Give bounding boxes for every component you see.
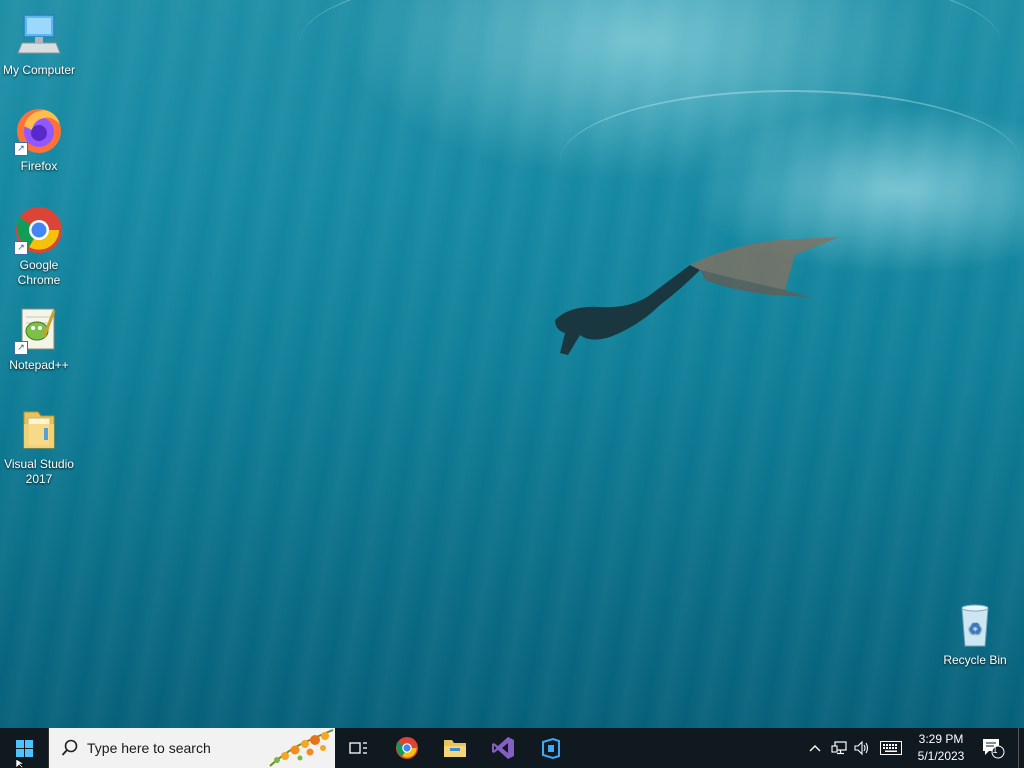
icon-label: Notepad++ bbox=[9, 358, 69, 372]
desktop-icon-recycle-bin[interactable]: ♻ Recycle Bin bbox=[935, 600, 1015, 668]
surface-wave bbox=[560, 90, 1020, 232]
desktop-icon-notepad-plus-plus[interactable]: ↗ Notepad++ bbox=[0, 305, 79, 373]
show-hidden-icons-button[interactable] bbox=[804, 728, 826, 768]
shortcut-arrow-icon: ↗ bbox=[14, 142, 28, 156]
file-explorer-icon bbox=[444, 740, 466, 757]
icon-glyph-wrapper: ↗ bbox=[14, 106, 64, 156]
azure-data-studio-icon bbox=[542, 737, 560, 760]
network-icon bbox=[831, 741, 847, 755]
task-view-icon bbox=[349, 742, 367, 754]
speaker-icon bbox=[854, 740, 869, 756]
desktop-icon-google-chrome[interactable]: ↗ Google Chrome bbox=[0, 205, 79, 288]
chrome-icon bbox=[395, 736, 419, 760]
mouse-cursor-icon bbox=[16, 759, 26, 768]
keyboard-icon bbox=[880, 741, 902, 755]
icon-label: Firefox bbox=[20, 159, 58, 173]
desktop-background[interactable]: My Computer ↗ Firefox ↗ Google Chrome ↗ … bbox=[0, 0, 1024, 728]
taskbar-azure-data-studio-button[interactable] bbox=[527, 728, 575, 768]
icon-label: Recycle Bin bbox=[943, 653, 1007, 667]
desktop-icon-visual-studio-2017[interactable]: Visual Studio 2017 bbox=[0, 404, 79, 487]
taskbar-chrome-button[interactable] bbox=[383, 728, 431, 768]
search-box[interactable]: Type here to search bbox=[48, 728, 335, 768]
icon-glyph-wrapper: ↗ bbox=[14, 305, 64, 355]
search-input[interactable]: Type here to search bbox=[87, 740, 211, 756]
taskbar: Type here to search 3:29 PM 5/1/2023 1 bbox=[0, 728, 1024, 768]
folder-icon bbox=[23, 411, 55, 449]
icon-label: Visual Studio 2017 bbox=[4, 457, 74, 486]
search-highlight-flowers-icon bbox=[269, 729, 334, 767]
clock-time: 3:29 PM bbox=[918, 732, 964, 746]
shortcut-arrow-icon: ↗ bbox=[14, 241, 28, 255]
visual-studio-icon bbox=[492, 737, 514, 759]
volume-button[interactable] bbox=[851, 728, 873, 768]
recycle-bin-icon: ♻ bbox=[961, 604, 989, 647]
touch-keyboard-button[interactable] bbox=[877, 728, 905, 768]
icon-label: My Computer bbox=[2, 63, 76, 77]
icon-label: Google Chrome bbox=[17, 258, 61, 287]
task-view-button[interactable] bbox=[335, 728, 383, 768]
icon-glyph-wrapper: ↗ bbox=[14, 205, 64, 255]
network-button[interactable] bbox=[828, 728, 850, 768]
windows-logo-icon bbox=[15, 739, 33, 757]
action-center-button[interactable]: 1 bbox=[978, 728, 1008, 768]
taskbar-file-explorer-button[interactable] bbox=[431, 728, 479, 768]
show-desktop-button[interactable] bbox=[1018, 728, 1024, 768]
taskbar-visual-studio-button[interactable] bbox=[479, 728, 527, 768]
computer-icon bbox=[17, 14, 61, 54]
notification-count-badge: 1 bbox=[992, 745, 998, 755]
clock-date: 5/1/2023 bbox=[917, 749, 965, 763]
svg-text:♻: ♻ bbox=[968, 619, 982, 638]
chevron-up-icon bbox=[809, 745, 821, 752]
desktop-icon-firefox[interactable]: ↗ Firefox bbox=[0, 106, 79, 174]
clock[interactable]: 3:29 PM 5/1/2023 bbox=[910, 731, 972, 765]
shortcut-arrow-icon: ↗ bbox=[14, 341, 28, 355]
diver-figure bbox=[555, 237, 840, 355]
search-icon bbox=[61, 739, 78, 756]
desktop-icon-my-computer[interactable]: My Computer bbox=[0, 10, 79, 78]
